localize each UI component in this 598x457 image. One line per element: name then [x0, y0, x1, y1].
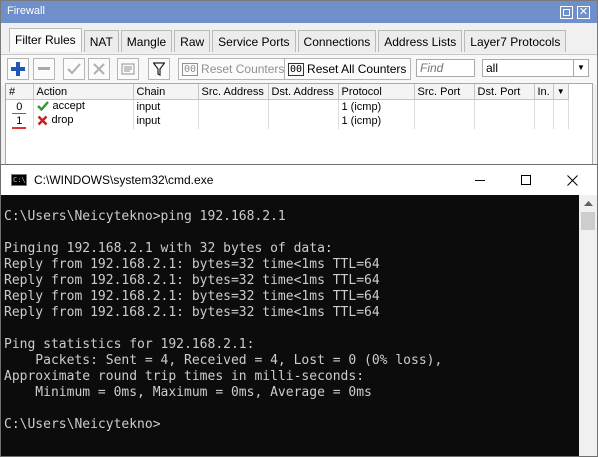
- cmd-title-bar[interactable]: C:\ C:\WINDOWS\system32\cmd.exe: [1, 165, 597, 195]
- counter-icon: 00: [288, 62, 305, 76]
- column-header-src-address[interactable]: Src. Address: [198, 84, 269, 100]
- counter-icon: 00: [182, 62, 199, 76]
- column-header-number[interactable]: #: [6, 84, 34, 100]
- tab-filter-rules[interactable]: Filter Rules: [9, 28, 82, 52]
- rule-action-label: accept: [52, 100, 85, 112]
- column-menu-icon[interactable]: ▼: [553, 84, 569, 100]
- table-row[interactable]: 0 accept input 1 (icmp): [6, 99, 569, 114]
- rule-chain: input: [133, 99, 199, 114]
- rule-number: 0: [6, 99, 34, 114]
- table-header-row: # Action Chain Src. Address Dst. Address…: [6, 84, 569, 100]
- column-header-chain[interactable]: Chain: [133, 84, 199, 100]
- cross-icon: [93, 63, 105, 75]
- rule-src-address: [198, 99, 269, 114]
- console-output-area[interactable]: C:\Users\Neicytekno>ping 192.168.2.1 Pin…: [1, 195, 579, 456]
- rule-in-interface: [534, 114, 554, 129]
- column-header-in[interactable]: In.: [534, 84, 554, 100]
- rule-action-label: drop: [51, 114, 74, 126]
- reset-all-counters-label: Reset All Counters: [307, 62, 407, 76]
- cmd-app-icon: C:\: [11, 174, 27, 186]
- add-button[interactable]: [7, 58, 29, 80]
- column-header-dst-port[interactable]: Dst. Port: [474, 84, 535, 100]
- filter-icon: [153, 62, 165, 76]
- filter-button[interactable]: [148, 58, 170, 80]
- maximize-icon: [521, 175, 531, 185]
- rule-action: accept: [33, 99, 134, 114]
- rule-src-address: [198, 114, 269, 129]
- find-input[interactable]: [416, 59, 475, 77]
- tab-nat[interactable]: NAT: [83, 30, 119, 52]
- reset-counters-label: Reset Counters: [201, 62, 285, 76]
- tab-connections[interactable]: Connections: [297, 30, 377, 52]
- column-header-action[interactable]: Action: [33, 84, 134, 100]
- rule-protocol: 1 (icmp): [338, 99, 415, 114]
- scrollbar-thumb[interactable]: [581, 212, 595, 230]
- rule-dst-address: [268, 99, 339, 114]
- cmd-title: C:\WINDOWS\system32\cmd.exe: [34, 173, 214, 187]
- check-icon: [67, 63, 81, 75]
- rule-number: 1: [6, 114, 34, 129]
- maximize-icon[interactable]: [560, 6, 573, 19]
- maximize-button[interactable]: [503, 165, 549, 195]
- tab-layer7-protocols[interactable]: Layer7 Protocols: [464, 30, 567, 52]
- vertical-scrollbar[interactable]: [579, 195, 597, 456]
- plus-icon: [11, 62, 25, 76]
- filter-select[interactable]: all ▼: [482, 59, 589, 77]
- dropdown-arrow-icon[interactable]: ▼: [573, 60, 588, 76]
- cmd-window: C:\ C:\WINDOWS\system32\cmd.exe C:\Users…: [0, 164, 598, 457]
- comment-icon: [121, 63, 135, 75]
- firewall-title: Firewall: [7, 5, 45, 17]
- tab-mangle[interactable]: Mangle: [120, 30, 173, 52]
- rule-in-interface: [534, 99, 554, 114]
- close-button[interactable]: [549, 165, 595, 195]
- minus-icon: [38, 67, 50, 70]
- tab-raw[interactable]: Raw: [174, 30, 211, 52]
- enable-button[interactable]: [63, 58, 85, 80]
- rule-src-port: [414, 99, 475, 114]
- column-header-protocol[interactable]: Protocol: [338, 84, 415, 100]
- close-icon: [566, 174, 578, 186]
- minimize-button[interactable]: [457, 165, 503, 195]
- rule-dst-address: [268, 114, 339, 129]
- firewall-title-bar[interactable]: Firewall ✕: [1, 1, 597, 23]
- tab-service-ports[interactable]: Service Ports: [212, 30, 296, 52]
- comment-button[interactable]: [117, 58, 139, 80]
- column-header-src-port[interactable]: Src. Port: [414, 84, 475, 100]
- rule-src-port: [414, 114, 475, 129]
- rule-chain: input: [133, 114, 199, 129]
- disable-button[interactable]: [88, 58, 110, 80]
- remove-button[interactable]: [33, 58, 55, 80]
- reset-all-counters-button[interactable]: 00 Reset All Counters: [284, 58, 412, 80]
- firewall-window: Firewall ✕ Filter Rules NAT Mangle Raw S…: [0, 0, 598, 170]
- column-header-dst-address[interactable]: Dst. Address: [268, 84, 339, 100]
- rule-action: drop: [33, 114, 134, 129]
- minimize-icon: [475, 180, 485, 181]
- rule-dst-port: [474, 114, 535, 129]
- table-row[interactable]: 1 drop input 1 (icmp): [6, 114, 569, 129]
- tab-address-lists[interactable]: Address Lists: [378, 30, 463, 52]
- rule-dst-port: [474, 99, 535, 114]
- firewall-tabs: Filter Rules NAT Mangle Raw Service Port…: [9, 28, 568, 54]
- accept-check-icon: [36, 101, 49, 111]
- close-icon[interactable]: ✕: [577, 6, 590, 19]
- drop-x-icon: [37, 115, 47, 125]
- reset-counters-button[interactable]: 00 Reset Counters: [178, 58, 290, 80]
- rule-protocol: 1 (icmp): [338, 114, 415, 129]
- filter-select-value: all: [486, 61, 499, 75]
- rules-table: # Action Chain Src. Address Dst. Address…: [5, 83, 593, 165]
- scroll-up-arrow-icon[interactable]: [579, 195, 597, 212]
- console-text: C:\Users\Neicytekno>ping 192.168.2.1 Pin…: [4, 209, 443, 432]
- firewall-toolbar: 00 Reset Counters 00 Reset All Counters …: [1, 54, 597, 85]
